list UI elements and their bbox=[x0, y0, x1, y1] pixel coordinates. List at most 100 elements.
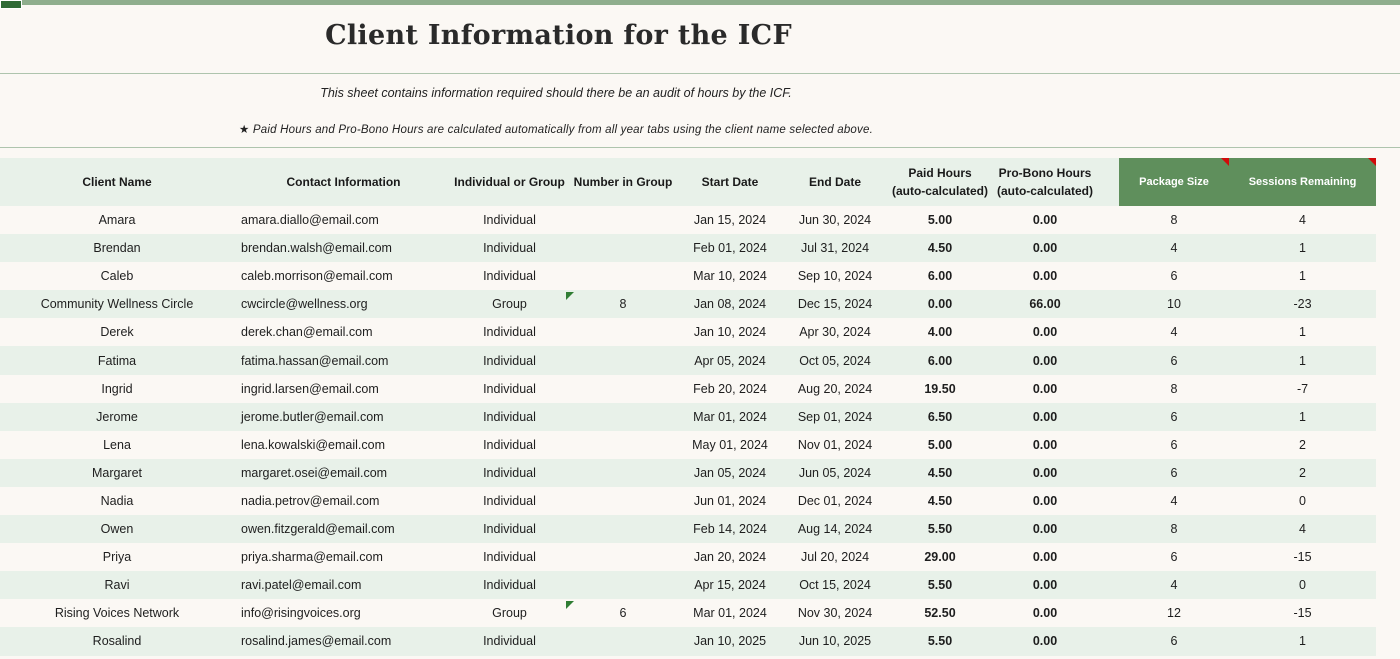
number-in-group-cell[interactable] bbox=[566, 318, 680, 347]
client-name-cell[interactable]: Fatima bbox=[0, 346, 234, 375]
individual-or-group-cell[interactable]: Individual bbox=[453, 543, 566, 572]
number-in-group-cell[interactable] bbox=[566, 486, 680, 516]
start-date-cell[interactable]: Apr 05, 2024 bbox=[680, 346, 780, 375]
probono-hours-cell[interactable]: 0.00 bbox=[990, 486, 1100, 516]
header-number-in-group[interactable]: Number in Group bbox=[566, 158, 680, 206]
end-date-cell[interactable]: Sep 01, 2024 bbox=[780, 402, 890, 431]
client-name-cell[interactable]: Rising Voices Network bbox=[0, 599, 234, 628]
contact-email-cell[interactable]: caleb.morrison@email.com bbox=[234, 262, 453, 291]
client-name-cell[interactable]: Margaret bbox=[0, 458, 234, 487]
paid-hours-cell[interactable]: 4.50 bbox=[890, 486, 990, 516]
start-date-cell[interactable]: Jan 05, 2024 bbox=[680, 458, 780, 487]
client-name-cell[interactable]: Lena bbox=[0, 430, 234, 459]
probono-hours-cell[interactable]: 0.00 bbox=[990, 627, 1100, 656]
number-in-group-cell[interactable] bbox=[566, 458, 680, 487]
probono-hours-cell[interactable]: 0.00 bbox=[990, 402, 1100, 431]
package-size-cell[interactable]: 4 bbox=[1119, 486, 1229, 516]
header-sessions-remaining[interactable]: Sessions Remaining bbox=[1229, 158, 1376, 206]
probono-hours-cell[interactable]: 0.00 bbox=[990, 206, 1100, 235]
client-name-cell[interactable]: Priya bbox=[0, 543, 234, 572]
spacer-cell[interactable] bbox=[1100, 234, 1119, 263]
spacer-cell[interactable] bbox=[1100, 627, 1119, 656]
start-date-cell[interactable]: Mar 10, 2024 bbox=[680, 262, 780, 291]
client-name-cell[interactable]: Owen bbox=[0, 515, 234, 544]
spacer-cell[interactable] bbox=[1100, 290, 1119, 319]
number-in-group-cell[interactable] bbox=[566, 430, 680, 459]
package-size-cell[interactable]: 6 bbox=[1119, 627, 1229, 656]
sessions-remaining-cell[interactable]: 1 bbox=[1229, 262, 1376, 291]
client-name-cell[interactable]: Community Wellness Circle bbox=[0, 290, 234, 319]
sessions-remaining-cell[interactable]: 1 bbox=[1229, 402, 1376, 431]
end-date-cell[interactable]: Jun 05, 2024 bbox=[780, 458, 890, 487]
number-in-group-cell[interactable] bbox=[566, 206, 680, 235]
client-name-cell[interactable]: Ingrid bbox=[0, 374, 234, 403]
individual-or-group-cell[interactable]: Individual bbox=[453, 234, 566, 263]
start-date-cell[interactable]: Feb 20, 2024 bbox=[680, 374, 780, 403]
individual-or-group-cell[interactable]: Individual bbox=[453, 571, 566, 600]
number-in-group-cell[interactable]: 8 bbox=[566, 290, 680, 319]
start-date-cell[interactable]: Jan 15, 2024 bbox=[680, 206, 780, 235]
paid-hours-cell[interactable]: 6.50 bbox=[890, 402, 990, 431]
end-date-cell[interactable]: Aug 14, 2024 bbox=[780, 515, 890, 544]
client-name-cell[interactable]: Ravi bbox=[0, 571, 234, 600]
individual-or-group-cell[interactable]: Group bbox=[453, 290, 566, 319]
contact-email-cell[interactable]: cwcircle@wellness.org bbox=[234, 290, 453, 319]
individual-or-group-cell[interactable]: Individual bbox=[453, 486, 566, 516]
contact-email-cell[interactable]: ravi.patel@email.com bbox=[234, 571, 453, 600]
package-size-cell[interactable]: 8 bbox=[1119, 206, 1229, 235]
start-date-cell[interactable]: Jun 01, 2024 bbox=[680, 486, 780, 516]
contact-email-cell[interactable]: brendan.walsh@email.com bbox=[234, 234, 453, 263]
start-date-cell[interactable]: Jan 10, 2025 bbox=[680, 627, 780, 656]
end-date-cell[interactable]: Jul 31, 2024 bbox=[780, 234, 890, 263]
sessions-remaining-cell[interactable]: 0 bbox=[1229, 571, 1376, 600]
package-size-cell[interactable]: 10 bbox=[1119, 290, 1229, 319]
select-all-corner[interactable] bbox=[0, 0, 22, 9]
spacer-cell[interactable] bbox=[1100, 486, 1119, 516]
package-size-cell[interactable]: 6 bbox=[1119, 458, 1229, 487]
probono-hours-cell[interactable]: 0.00 bbox=[990, 599, 1100, 628]
contact-email-cell[interactable]: rosalind.james@email.com bbox=[234, 627, 453, 656]
start-date-cell[interactable]: Jan 20, 2024 bbox=[680, 543, 780, 572]
package-size-cell[interactable]: 4 bbox=[1119, 571, 1229, 600]
end-date-cell[interactable]: Aug 20, 2024 bbox=[780, 374, 890, 403]
number-in-group-cell[interactable] bbox=[566, 402, 680, 431]
spacer-cell[interactable] bbox=[1100, 374, 1119, 403]
paid-hours-cell[interactable]: 4.50 bbox=[890, 234, 990, 263]
package-size-cell[interactable]: 12 bbox=[1119, 599, 1229, 628]
sessions-remaining-cell[interactable]: 4 bbox=[1229, 206, 1376, 235]
comment-indicator-icon[interactable] bbox=[1221, 158, 1229, 166]
end-date-cell[interactable]: Apr 30, 2024 bbox=[780, 318, 890, 347]
end-date-cell[interactable]: Oct 05, 2024 bbox=[780, 346, 890, 375]
contact-email-cell[interactable]: jerome.butler@email.com bbox=[234, 402, 453, 431]
start-date-cell[interactable]: Mar 01, 2024 bbox=[680, 402, 780, 431]
package-size-cell[interactable]: 4 bbox=[1119, 318, 1229, 347]
end-date-cell[interactable]: Jul 20, 2024 bbox=[780, 543, 890, 572]
paid-hours-cell[interactable]: 6.00 bbox=[890, 262, 990, 291]
contact-email-cell[interactable]: info@risingvoices.org bbox=[234, 599, 453, 628]
contact-email-cell[interactable]: owen.fitzgerald@email.com bbox=[234, 515, 453, 544]
start-date-cell[interactable]: Jan 08, 2024 bbox=[680, 290, 780, 319]
contact-email-cell[interactable]: fatima.hassan@email.com bbox=[234, 346, 453, 375]
sessions-remaining-cell[interactable]: 1 bbox=[1229, 627, 1376, 656]
spacer-cell[interactable] bbox=[1100, 346, 1119, 375]
package-size-cell[interactable]: 8 bbox=[1119, 374, 1229, 403]
client-name-cell[interactable]: Jerome bbox=[0, 402, 234, 431]
spacer-cell[interactable] bbox=[1100, 599, 1119, 628]
probono-hours-cell[interactable]: 0.00 bbox=[990, 234, 1100, 263]
sessions-remaining-cell[interactable]: 1 bbox=[1229, 318, 1376, 347]
header-start-date[interactable]: Start Date bbox=[680, 158, 780, 206]
header-client-name[interactable]: Client Name bbox=[0, 158, 234, 206]
probono-hours-cell[interactable]: 0.00 bbox=[990, 262, 1100, 291]
client-name-cell[interactable]: Nadia bbox=[0, 486, 234, 516]
number-in-group-cell[interactable]: 6 bbox=[566, 599, 680, 628]
end-date-cell[interactable]: Nov 01, 2024 bbox=[780, 430, 890, 459]
number-in-group-cell[interactable] bbox=[566, 515, 680, 544]
client-name-cell[interactable]: Rosalind bbox=[0, 627, 234, 656]
comment-indicator-icon[interactable] bbox=[1368, 158, 1376, 166]
contact-email-cell[interactable]: nadia.petrov@email.com bbox=[234, 486, 453, 516]
sessions-remaining-cell[interactable]: 1 bbox=[1229, 346, 1376, 375]
number-in-group-cell[interactable] bbox=[566, 543, 680, 572]
header-paid-hours[interactable]: Paid Hours (auto-calculated) bbox=[890, 158, 990, 206]
package-size-cell[interactable]: 8 bbox=[1119, 515, 1229, 544]
client-name-cell[interactable]: Caleb bbox=[0, 262, 234, 291]
